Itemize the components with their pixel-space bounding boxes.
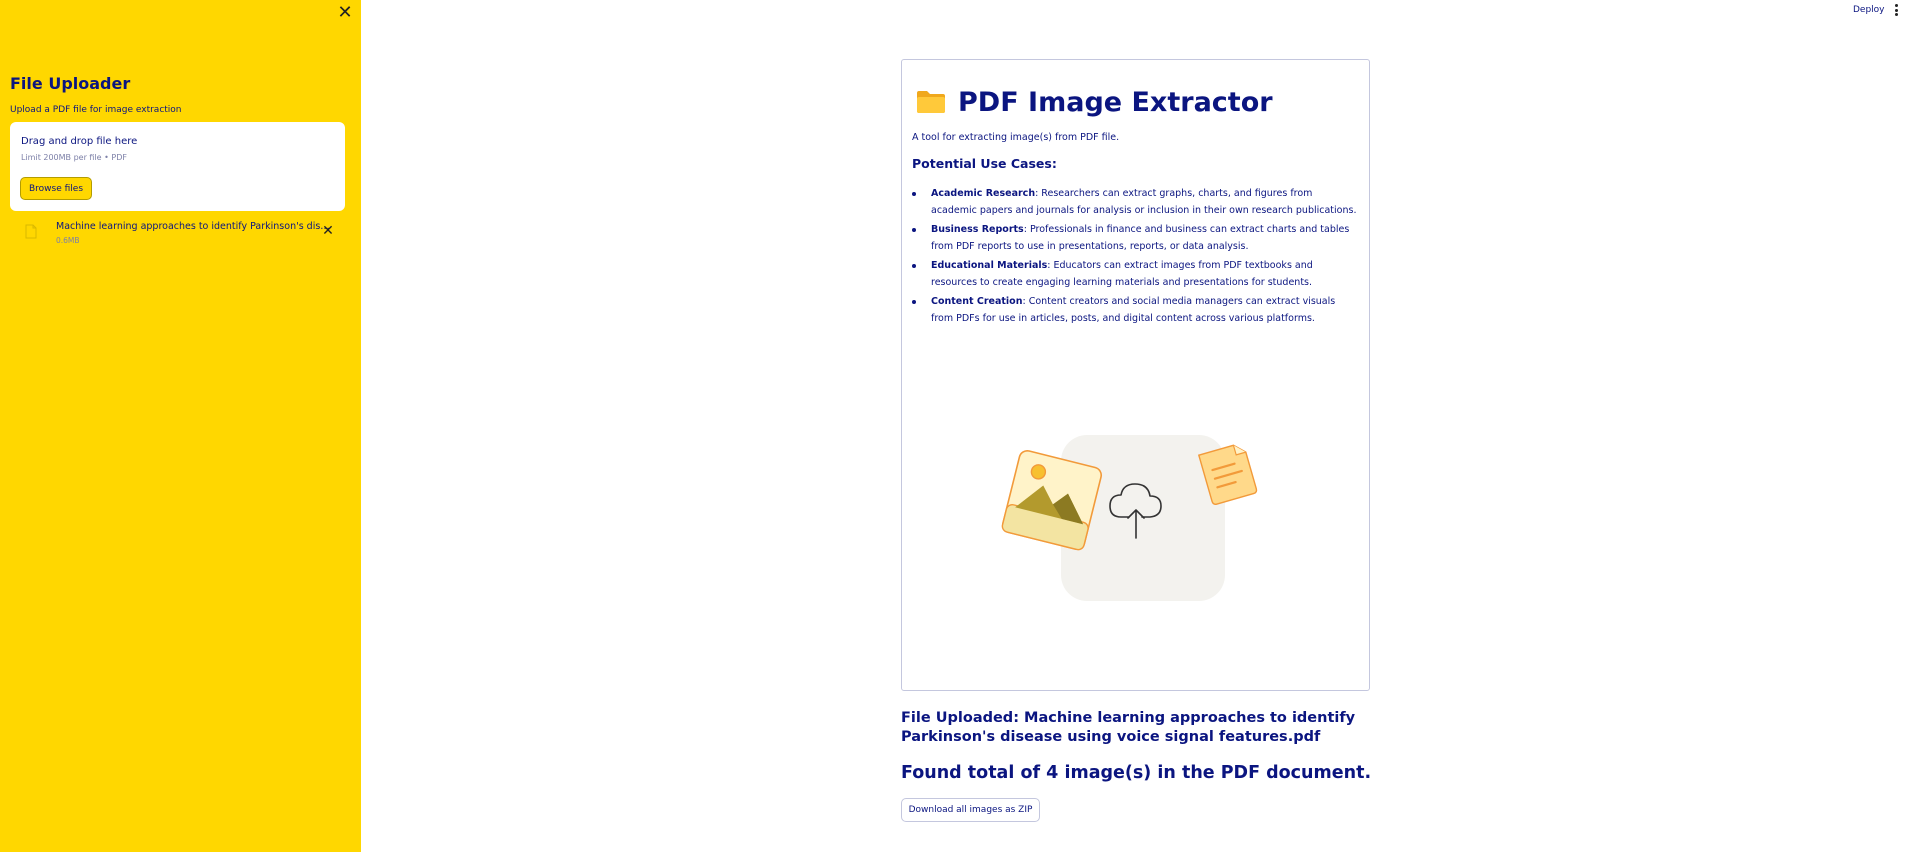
images-found-heading: Found total of 4 image(s) in the PDF doc… xyxy=(901,763,1372,783)
file-uploaded-heading: File Uploaded: Machine learning approach… xyxy=(901,710,1356,745)
deploy-button[interactable]: Deploy xyxy=(1853,5,1885,15)
uploaded-file-size: 0.6MB xyxy=(56,236,80,245)
list-item: Content Creation: Content creators and s… xyxy=(912,293,1360,327)
use-cases-title: Potential Use Cases: xyxy=(912,156,1057,171)
file-dropzone[interactable]: Drag and drop file here Limit 200MB per … xyxy=(10,122,345,211)
intro-card: PDF Image Extractor A tool for extractin… xyxy=(901,59,1370,691)
list-item: Academic Research: Researchers can extra… xyxy=(912,185,1360,219)
use-case-term: Business Reports xyxy=(931,224,1024,235)
browse-files-button[interactable]: Browse files xyxy=(20,177,92,200)
file-icon xyxy=(25,224,37,239)
uploaded-file-item: Machine learning approaches to identify … xyxy=(10,217,345,247)
remove-file-icon[interactable]: ✕ xyxy=(320,223,336,239)
dropzone-limit: Limit 200MB per file • PDF xyxy=(21,153,127,162)
use-case-term: Academic Research xyxy=(931,188,1036,199)
page-title: PDF Image Extractor xyxy=(916,84,1273,120)
dropzone-title: Drag and drop file here xyxy=(21,136,138,147)
list-item: Business Reports: Professionals in finan… xyxy=(912,221,1360,255)
download-zip-button[interactable]: Download all images as ZIP xyxy=(901,798,1040,822)
use-case-term: Content Creation xyxy=(931,296,1023,307)
upload-illustration xyxy=(1001,435,1258,601)
use-cases-list: Academic Research: Researchers can extra… xyxy=(912,185,1360,329)
sidebar: ✕ File Uploader Upload a PDF file for im… xyxy=(0,0,361,852)
use-case-term: Educational Materials xyxy=(931,260,1048,271)
list-item: Educational Materials: Educators can ext… xyxy=(912,257,1360,291)
uploaded-file-name: Machine learning approaches to identify … xyxy=(56,221,331,232)
close-sidebar-icon[interactable]: ✕ xyxy=(336,4,354,22)
page-title-text: PDF Image Extractor xyxy=(958,86,1273,118)
sidebar-title: File Uploader xyxy=(10,74,131,93)
app-description: A tool for extracting image(s) from PDF … xyxy=(912,132,1120,143)
kebab-menu-icon[interactable] xyxy=(1892,3,1900,17)
folder-icon xyxy=(917,91,945,113)
sidebar-subtitle: Upload a PDF file for image extraction xyxy=(10,105,182,115)
